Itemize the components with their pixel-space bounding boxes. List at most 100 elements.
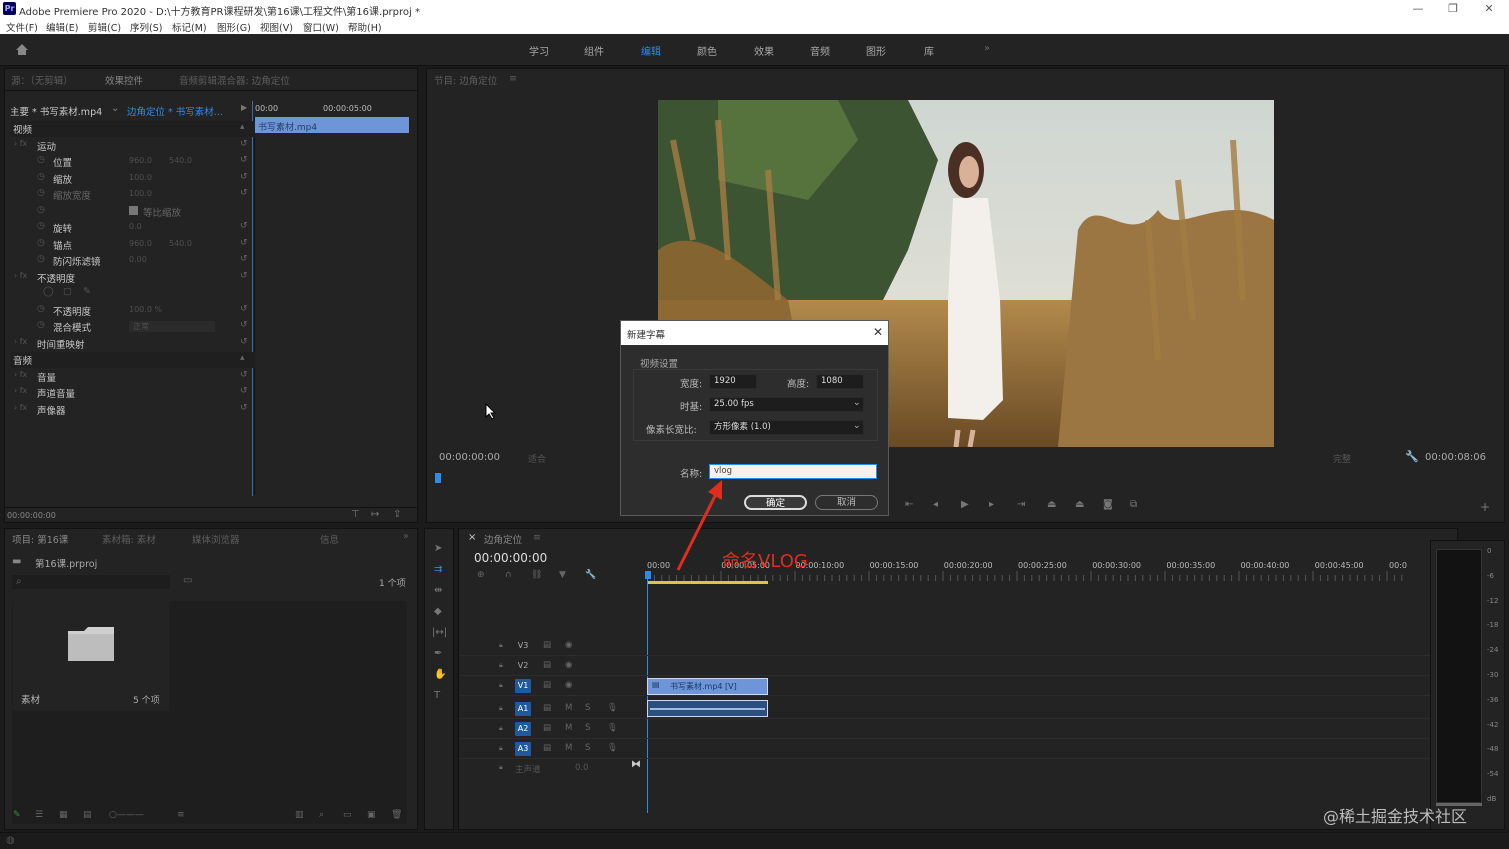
effect-row-3[interactable]: ◷ 缩放 100.0 ↺ — [11, 171, 255, 187]
effect-row-8[interactable]: ◷ 防闪烁滤镜 0.00 ↺ — [11, 253, 255, 269]
audio-clip[interactable] — [647, 700, 768, 717]
effect-row-6[interactable]: ◷ 旋转 0.0 ↺ — [11, 220, 255, 236]
effect-row-7[interactable]: ◷ 锚点 960.0 540.0 ↺ — [11, 237, 255, 253]
lift-icon[interactable]: ⏏ — [1047, 499, 1056, 510]
uniform-scale-checkbox[interactable] — [129, 205, 138, 215]
play-icon[interactable]: ▶ — [961, 499, 969, 510]
master-lock-icon[interactable]: 🔒︎ — [499, 763, 503, 772]
menu-help[interactable]: 帮助(H) — [348, 20, 382, 34]
tab-audio-clip-mixer[interactable]: 音频剪辑混合器: 边角定位 — [179, 73, 290, 87]
menu-window[interactable]: 窗口(W) — [303, 20, 339, 34]
nest-icon[interactable]: ⊕ — [477, 570, 485, 580]
pixel-aspect-select[interactable]: 方形像素 (1.0) — [709, 420, 864, 435]
zoom-slider[interactable]: ○——— — [109, 810, 144, 820]
menu-edit[interactable]: 编辑(E) — [46, 20, 78, 34]
type-tool-icon[interactable]: T — [434, 690, 440, 701]
effect-row-value[interactable]: 960.0 — [129, 239, 152, 248]
reset-icon[interactable]: ↺ — [240, 304, 248, 314]
go-to-out-icon[interactable]: ⇥ — [1017, 499, 1025, 510]
reset-icon[interactable]: ↺ — [240, 221, 248, 231]
maximize-button[interactable]: ❐ — [1438, 2, 1468, 15]
step-forward-icon[interactable]: ▸ — [989, 499, 994, 510]
effect-row-10[interactable]: ◯ ▢ ✎ — [11, 286, 255, 302]
effect-row-4[interactable]: ◷ 缩放宽度 100.0 ↺ — [11, 187, 255, 203]
wrench-icon[interactable]: 🔧 — [1405, 450, 1419, 463]
reset-icon[interactable]: ↺ — [240, 271, 248, 281]
workspace-libraries[interactable]: 库 — [924, 43, 934, 58]
workspace-overflow-button[interactable]: » — [984, 43, 990, 54]
microphone-icon[interactable]: 🎙︎ — [607, 703, 618, 713]
add-button-icon[interactable]: + — [1480, 500, 1490, 514]
reset-icon[interactable]: ↺ — [240, 254, 248, 264]
program-scrub-bar[interactable] — [435, 471, 1497, 485]
freeform-view-icon[interactable]: ▤ — [83, 810, 92, 820]
effect-row-17[interactable]: › fx 声像器 ↺ — [11, 402, 255, 418]
effect-row-5[interactable]: ◷ 等比缩放 — [11, 204, 255, 220]
stopwatch-icon[interactable]: ◷ — [37, 238, 45, 248]
tab-media-browser[interactable]: 媒体浏览器 — [192, 532, 240, 546]
list-view-icon[interactable]: ☰ — [35, 810, 43, 820]
razor-tool-icon[interactable]: ◆ — [434, 606, 442, 617]
effect-row-value[interactable]: 100.0 — [129, 173, 152, 182]
workspace-audio[interactable]: 音频 — [810, 43, 830, 58]
zoom-handle-icon[interactable]: ⧓ — [631, 759, 641, 770]
track-v2[interactable]: 🔒︎ V2 ▤ ◉ — [459, 657, 1457, 676]
menu-file[interactable]: 文件(F) — [6, 20, 38, 34]
track-label[interactable]: V2 — [515, 659, 531, 673]
tab-sequence[interactable]: 边角定位 — [484, 532, 522, 546]
selection-tool-icon[interactable]: ➤ — [434, 543, 442, 554]
menu-sequence[interactable]: 序列(S) — [130, 20, 162, 34]
new-item-icon[interactable]: ▣ — [367, 810, 376, 820]
track-label[interactable]: A1 — [515, 702, 531, 716]
effect-row-value[interactable]: 正常 — [129, 321, 215, 332]
effect-row-0[interactable]: 视频 ▴ — [11, 121, 255, 137]
track-a3[interactable]: 🔒︎ A3 ▤ M S 🎙︎ — [459, 740, 1457, 759]
add-marker-icon[interactable]: ▼ — [559, 570, 566, 580]
track-a1[interactable]: 🔒︎ A1 ▤ M S 🎙︎ — [459, 700, 1457, 719]
effect-row-1[interactable]: › fx 运动 ↺ — [11, 138, 255, 154]
solo-button[interactable]: S — [585, 743, 590, 753]
name-input[interactable]: vlog — [709, 464, 877, 479]
timebase-select[interactable]: 25.00 fps — [709, 397, 864, 412]
mute-button[interactable]: M — [565, 723, 572, 733]
video-clip[interactable]: ▤ 书写素材.mp4 [V] — [647, 678, 768, 695]
reset-icon[interactable]: ↺ — [240, 188, 248, 198]
effect-row-12[interactable]: ◷ 混合模式 正常 ↺ — [11, 319, 255, 335]
menu-graphics[interactable]: 图形(G) — [217, 20, 251, 34]
home-icon[interactable] — [15, 43, 29, 56]
effect-row-13[interactable]: › fx 时间重映射 ↺ — [11, 336, 255, 352]
go-to-in-icon[interactable]: ⇤ — [905, 499, 913, 510]
workspace-learn[interactable]: 学习 — [529, 43, 549, 58]
collapse-icon[interactable]: ▴ — [240, 122, 245, 132]
mute-button[interactable]: M — [565, 703, 572, 713]
reset-icon[interactable]: ↺ — [240, 155, 248, 165]
dialog-close-icon[interactable]: ✕ — [873, 325, 883, 339]
work-area-bar[interactable] — [647, 581, 768, 584]
close-button[interactable]: ✕ — [1474, 2, 1504, 15]
master-track[interactable]: 🔒︎ 主声道 0.0 — [459, 760, 1457, 777]
extract-icon[interactable]: ⏏ — [1075, 499, 1084, 510]
effect-row-14[interactable]: 音频 ▴ — [11, 352, 255, 368]
go-to-icon[interactable]: ↦ — [371, 509, 379, 520]
lock-icon[interactable]: 🔒︎ — [499, 681, 503, 690]
ok-button[interactable]: 确定 — [744, 495, 807, 510]
height-input[interactable]: 1080 — [816, 374, 864, 389]
menu-view[interactable]: 视图(V) — [260, 20, 293, 34]
track-label[interactable]: A3 — [515, 742, 531, 756]
sync-lock-icon[interactable]: ▤ — [543, 743, 551, 753]
master-clip-label[interactable]: 主要 * 书写素材.mp4 — [10, 104, 102, 118]
collapse-icon[interactable]: ▴ — [240, 353, 245, 363]
reset-icon[interactable]: ↺ — [240, 172, 248, 182]
reset-icon[interactable]: ↺ — [240, 139, 248, 149]
effect-row-15[interactable]: › fx 音量 ↺ — [11, 369, 255, 385]
effect-row-value[interactable]: 100.0 % — [129, 305, 162, 314]
track-v3[interactable]: 🔒︎ V3 ▤ ◉ — [459, 637, 1457, 656]
timeline-timecode[interactable]: 00:00:00:00 — [474, 551, 547, 565]
sync-lock-icon[interactable]: ▤ — [543, 703, 551, 713]
fx-toggle-icon[interactable]: › fx — [14, 337, 27, 346]
program-timecode-current[interactable]: 00:00:00:00 — [439, 452, 500, 463]
sync-lock-icon[interactable]: ▤ — [543, 680, 551, 690]
menu-marker[interactable]: 标记(M) — [172, 20, 207, 34]
reset-icon[interactable]: ↺ — [240, 403, 248, 413]
sync-lock-icon[interactable]: ▤ — [543, 660, 551, 670]
